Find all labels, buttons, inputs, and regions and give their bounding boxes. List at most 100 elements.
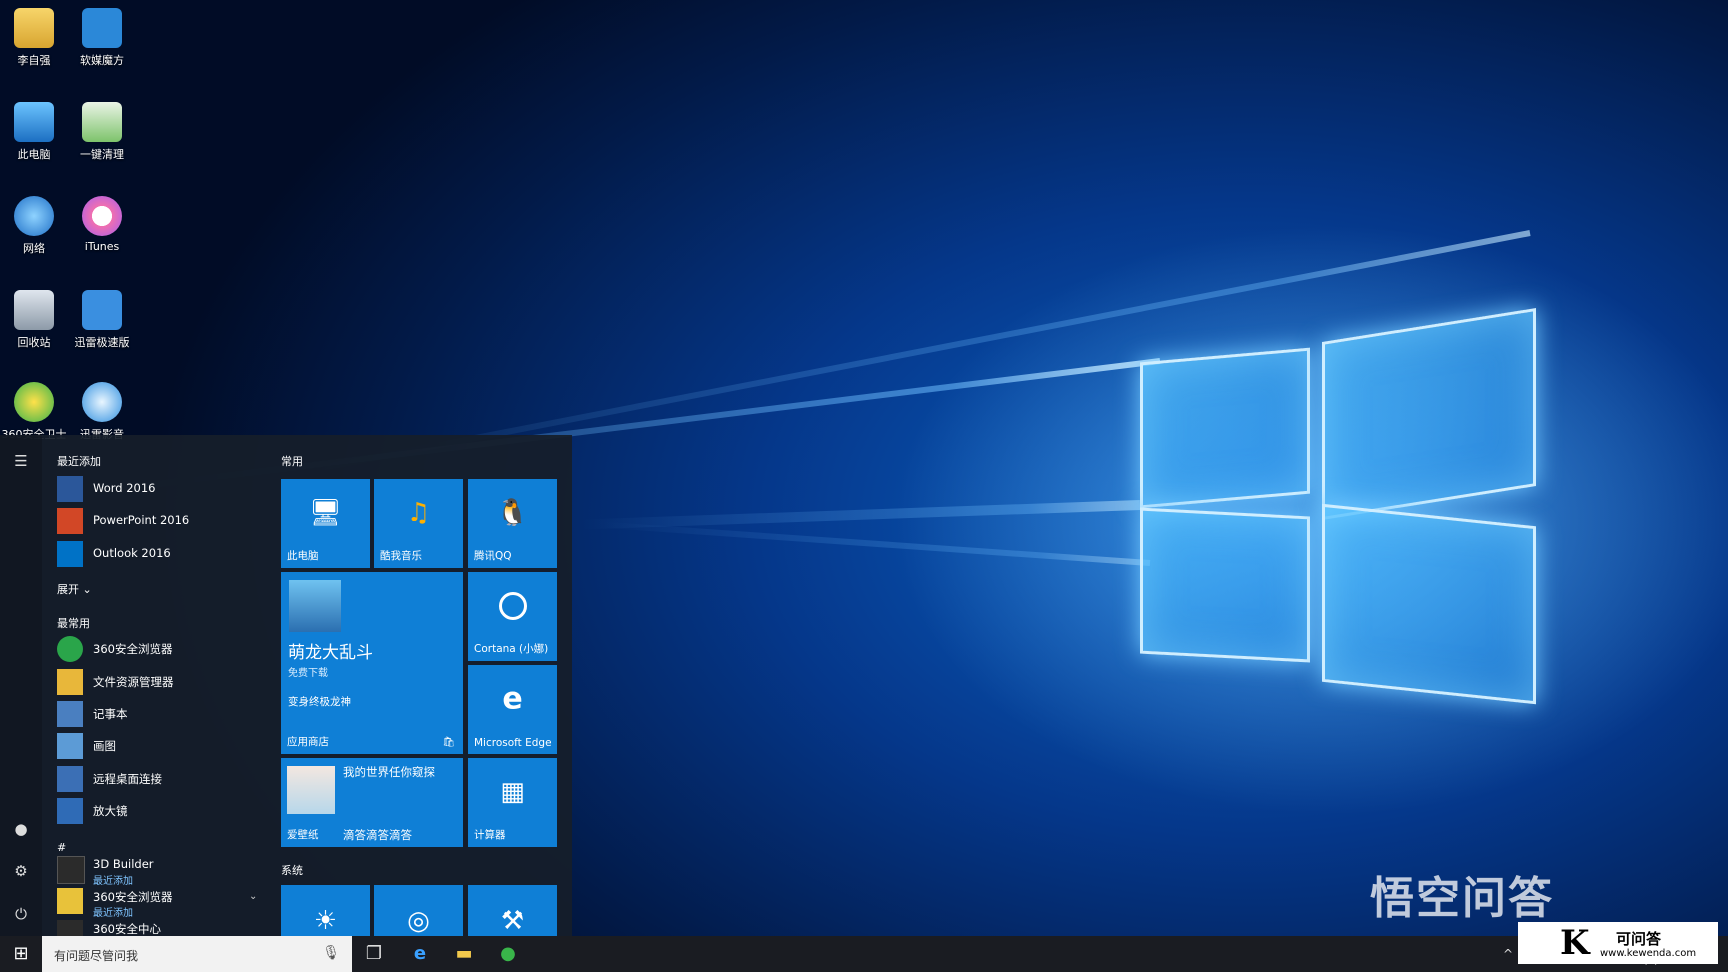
- tile-label: 酷我音乐: [380, 550, 422, 562]
- desktop-icon-user-folder[interactable]: 李自强: [1, 8, 67, 68]
- desktop-icon-label: 迅雷极速版: [74, 336, 130, 349]
- expand-button[interactable]: 展开 ⌄: [57, 581, 92, 597]
- tools-icon: ⚒: [500, 906, 525, 936]
- app-remote-desktop[interactable]: 远程桌面连接: [57, 765, 257, 793]
- tile-label: Microsoft Edge: [474, 737, 552, 749]
- app-powerpoint-2016[interactable]: PowerPoint 2016: [57, 507, 257, 535]
- file-explorer-taskbar-icon[interactable]: ▬: [452, 942, 476, 966]
- recent-header: 最近添加: [57, 455, 101, 468]
- app-word-2016[interactable]: Word 2016: [57, 475, 257, 503]
- desktop-icon-this-pc[interactable]: 此电脑: [1, 102, 67, 162]
- tile-this-pc[interactable]: 🖥 此电脑: [281, 479, 370, 568]
- brightness-icon: ☀: [313, 906, 338, 936]
- desktop-icon-label: 此电脑: [17, 148, 51, 161]
- chevron-down-icon[interactable]: ⌄: [249, 891, 257, 902]
- music-icon: [82, 196, 122, 236]
- tile-system-settings[interactable]: ☀: [281, 885, 370, 936]
- powerpoint-icon: [57, 508, 83, 534]
- search-placeholder: 有问题尽管问我: [54, 949, 139, 963]
- broom-icon: [82, 102, 122, 142]
- desktop-icon-label: 回收站: [17, 336, 51, 349]
- app-label: 360安全浏览器: [93, 642, 173, 656]
- desktop-icon-itunes[interactable]: iTunes: [69, 196, 135, 253]
- tile-wallpaper[interactable]: 我的世界任你窥探 爱壁纸 滴答滴答滴答: [281, 758, 463, 847]
- app-360-browser-folder[interactable]: 360安全浏览器 最近添加 ⌄: [57, 887, 257, 919]
- desktop-icon-360-guard[interactable]: 360安全卫士: [1, 382, 67, 442]
- cortana-ring-icon: [498, 591, 527, 620]
- desktop-icon-recycle-bin[interactable]: 回收站: [1, 290, 67, 350]
- network-icon: [14, 196, 54, 236]
- outlook-icon: [57, 541, 83, 567]
- folder-icon: [57, 920, 83, 936]
- app-360-security-center[interactable]: 360安全中心: [57, 919, 257, 936]
- light-beam: [601, 521, 1151, 566]
- desktop-icon-cleanup[interactable]: 一键清理: [69, 102, 135, 162]
- tile-label: 计算器: [474, 829, 506, 841]
- tile-label: Cortana (小娜): [474, 643, 549, 655]
- tiles-group-system: 系统: [281, 864, 303, 877]
- tile-system-tools[interactable]: ⚒: [468, 885, 557, 936]
- tile-cortana[interactable]: Cortana (小娜): [468, 572, 557, 661]
- windows-logo-pane: [1322, 308, 1536, 520]
- hamburger-menu-icon[interactable]: ☰: [11, 451, 31, 471]
- remote-desktop-icon: [57, 766, 83, 792]
- task-view-icon[interactable]: ❐: [362, 942, 386, 966]
- kewenda-k-logo: K: [1560, 923, 1590, 963]
- tile-system-network[interactable]: ◎: [374, 885, 463, 936]
- hash-header[interactable]: #: [57, 841, 66, 854]
- app-label: Outlook 2016: [93, 546, 171, 560]
- search-box[interactable]: 有问题尽管问我 🎙: [42, 936, 352, 972]
- kewenda-badge: K 可问答 www.kewenda.com: [1518, 922, 1718, 964]
- desktop-icon-thunder-player[interactable]: 迅雷影音: [69, 382, 135, 442]
- app-label: 放大镜: [93, 804, 128, 818]
- settings-gear-icon[interactable]: ⚙: [11, 861, 31, 881]
- app-label: 360安全中心: [93, 922, 161, 936]
- folder-icon: [57, 888, 83, 914]
- tray-chevron-up-icon[interactable]: ^: [1496, 942, 1520, 966]
- store-game-free: 免费下载: [288, 668, 328, 679]
- app-file-explorer[interactable]: 文件资源管理器: [57, 668, 257, 696]
- wifi-icon: ◎: [407, 906, 430, 936]
- app-3d-builder[interactable]: 3D Builder 最近添加: [57, 855, 257, 887]
- recycle-bin-icon: [14, 290, 54, 330]
- tiles-group-common: 常用: [281, 455, 303, 468]
- app-label: 360安全浏览器: [93, 890, 173, 904]
- windows-logo-pane: [1322, 503, 1536, 705]
- tile-qq[interactable]: 🐧 腾讯QQ: [468, 479, 557, 568]
- app-paint[interactable]: 画图: [57, 732, 257, 760]
- tile-store[interactable]: 萌龙大乱斗 免费下载 变身终极龙神 应用商店 🛍: [281, 572, 463, 754]
- app-magnifier[interactable]: 放大镜: [57, 797, 257, 825]
- app-label: PowerPoint 2016: [93, 513, 190, 527]
- start-menu: ☰ ● ⚙ ⏻ 最近添加 Word 2016 PowerPoint 2016 O…: [0, 435, 572, 936]
- game-dragon-image: [289, 580, 341, 632]
- kewenda-url: www.kewenda.com: [1600, 948, 1697, 959]
- desktop-icon-network[interactable]: 网络: [1, 196, 67, 256]
- penguin-icon: 🐧: [496, 497, 529, 528]
- app-notepad[interactable]: 记事本: [57, 700, 257, 728]
- 360-browser-taskbar-icon[interactable]: ●: [496, 942, 520, 966]
- microphone-icon[interactable]: 🎙: [322, 945, 340, 961]
- video-player-icon: [82, 382, 122, 422]
- power-icon[interactable]: ⏻: [11, 904, 31, 924]
- browser-icon: [57, 636, 83, 662]
- windows-start-icon[interactable]: ⊞: [9, 942, 33, 966]
- app-outlook-2016[interactable]: Outlook 2016: [57, 540, 257, 568]
- edge-taskbar-icon[interactable]: e: [408, 942, 432, 966]
- 3d-builder-icon: [57, 856, 85, 884]
- app-360-browser[interactable]: 360安全浏览器: [57, 635, 257, 663]
- computer-icon: [14, 102, 54, 142]
- desktop-icon-ruanmei[interactable]: 软媒魔方: [69, 8, 135, 68]
- windows-logo-pane: [1140, 347, 1310, 509]
- tile-edge[interactable]: e Microsoft Edge: [468, 665, 557, 754]
- user-avatar-icon[interactable]: ●: [11, 819, 31, 839]
- computer-icon: 🖥: [308, 497, 343, 528]
- wukong-watermark: 悟空问答: [1370, 873, 1554, 924]
- tile-kuwo-music[interactable]: ♫ 酷我音乐: [374, 479, 463, 568]
- desktop-icon-thunder[interactable]: 迅雷极速版: [69, 290, 135, 350]
- store-game-title: 萌龙大乱斗: [288, 643, 373, 663]
- tile-calculator[interactable]: ▦ 计算器: [468, 758, 557, 847]
- user-folder-icon: [14, 8, 54, 48]
- music-box-icon: ♫: [406, 497, 431, 528]
- calculator-icon: ▦: [500, 776, 525, 807]
- windows-logo-pane: [1140, 507, 1310, 663]
